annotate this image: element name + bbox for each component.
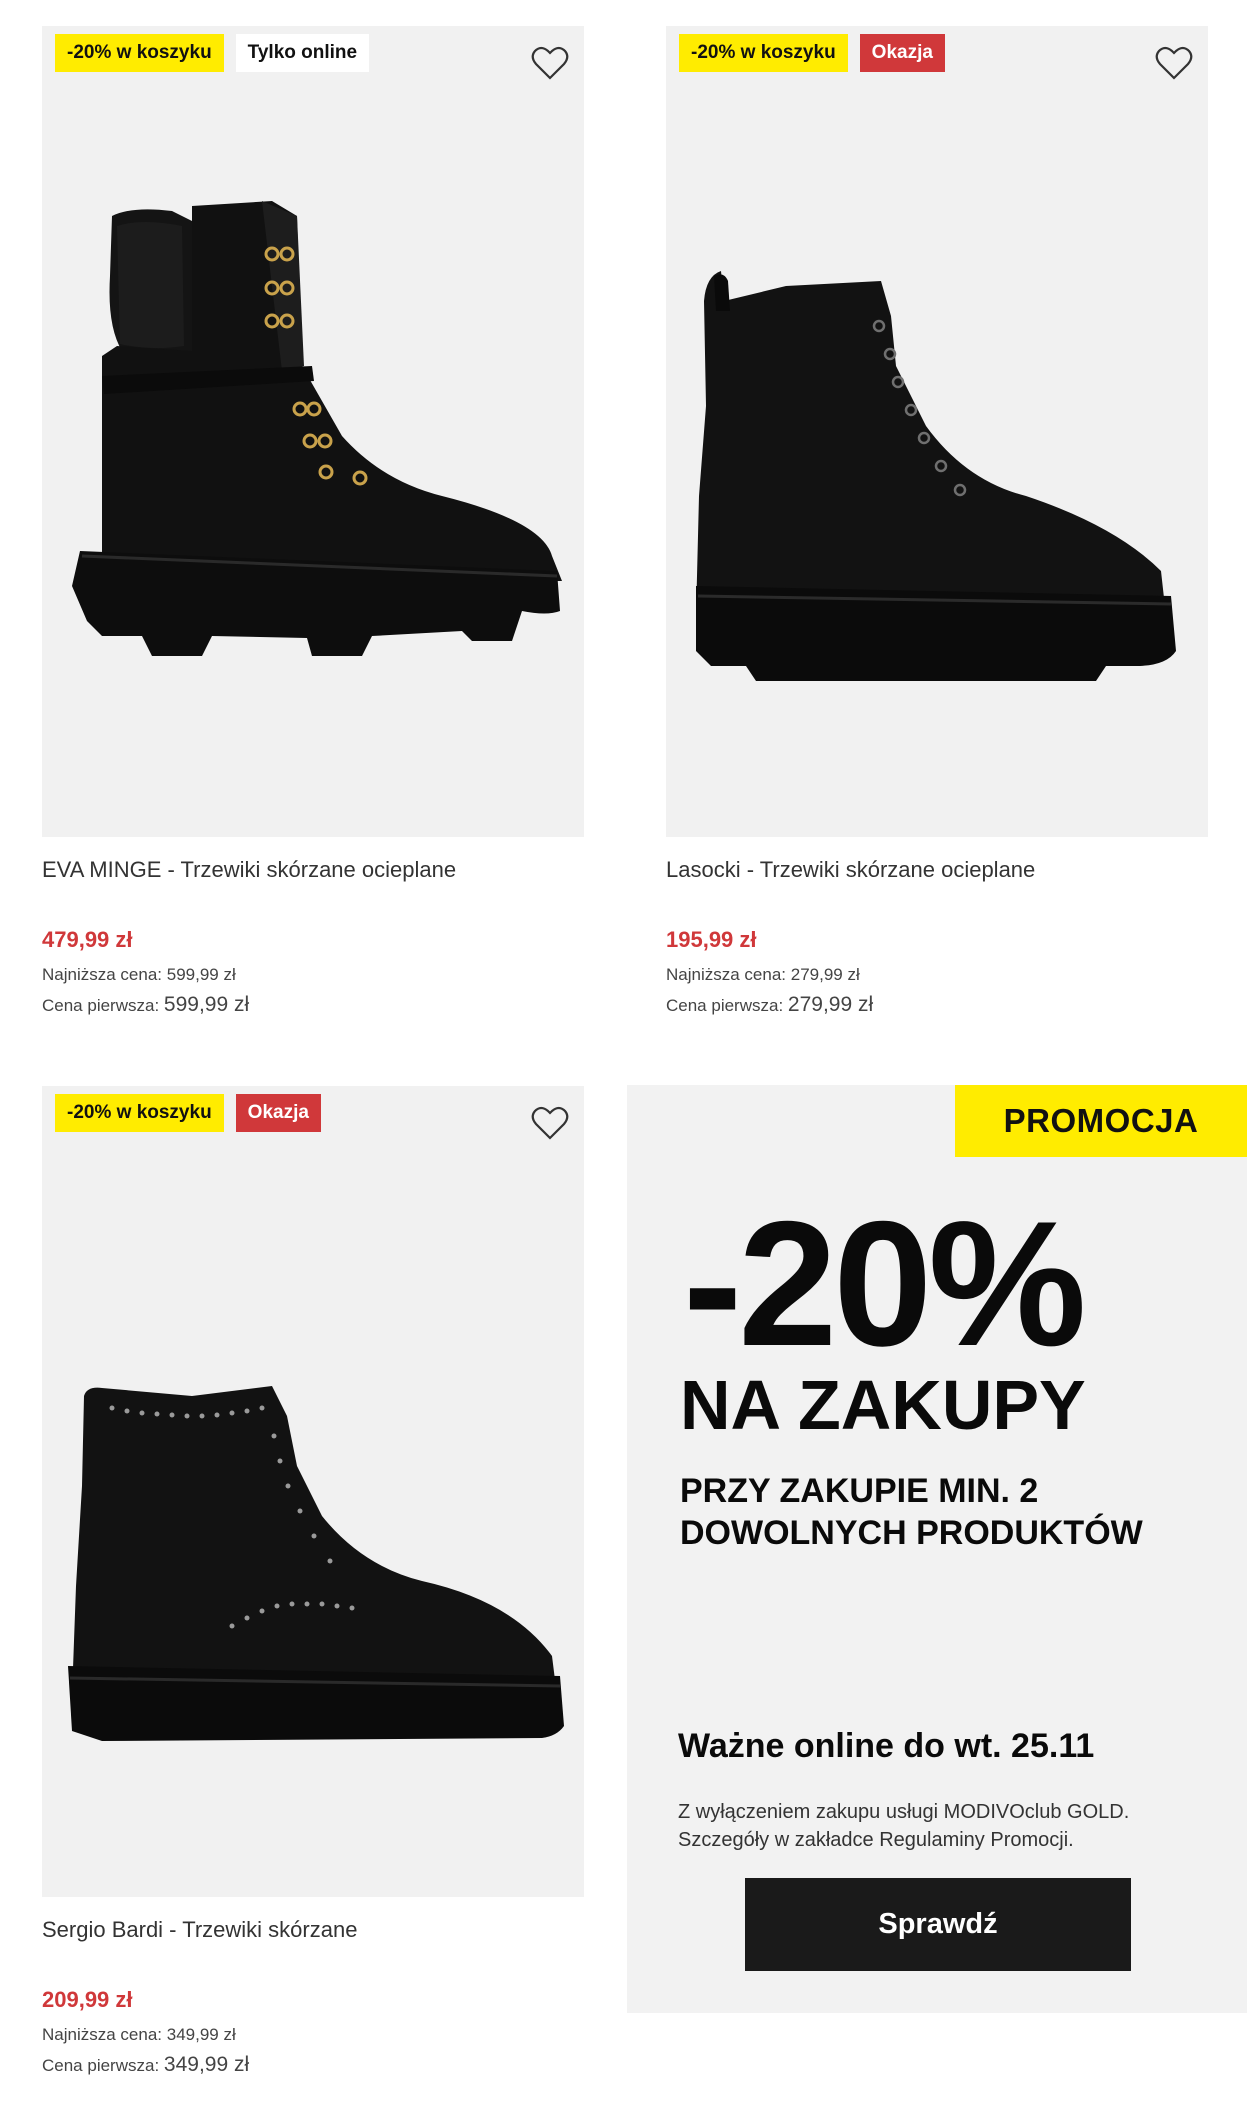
- heart-icon[interactable]: [530, 1104, 570, 1142]
- promo-tag: PROMOCJA: [955, 1085, 1247, 1157]
- heart-icon[interactable]: [1154, 44, 1194, 82]
- heart-icon[interactable]: [530, 44, 570, 82]
- first-price-value: 279,99 zł: [787, 993, 874, 1016]
- lowest-price-value: 279,99 zł: [790, 965, 860, 984]
- product-card[interactable]: -20% w koszyku Okazja Lasocki - Trzewiki…: [666, 26, 1208, 1017]
- lowest-price-label: Najniższa cena:: [42, 965, 163, 984]
- badge-cart-discount: -20% w koszyku: [55, 34, 224, 72]
- lowest-price: Najniższa cena: 349,99 zł: [42, 2025, 584, 2045]
- lowest-price-value: 349,99 zł: [166, 2025, 236, 2044]
- badge-cart-discount: -20% w koszyku: [55, 1094, 224, 1132]
- promo-validity: Ważne online do wt. 25.11: [678, 1727, 1095, 1765]
- badge-cart-discount: -20% w koszyku: [679, 34, 848, 72]
- product-image[interactable]: -20% w koszyku Tylko online: [42, 26, 584, 837]
- product-card[interactable]: -20% w koszyku Tylko online EVA MINGE - …: [42, 26, 584, 1017]
- lowest-price-label: Najniższa cena:: [42, 2025, 163, 2044]
- product-image[interactable]: -20% w koszyku Okazja: [666, 26, 1208, 837]
- lowest-price: Najniższa cena: 279,99 zł: [666, 965, 1208, 985]
- first-price-label: Cena pierwsza:: [42, 2056, 160, 2075]
- product-card[interactable]: -20% w koszyku Okazja Sergio Bardi - Trz…: [42, 1086, 584, 2077]
- first-price-value: 599,99 zł: [163, 993, 250, 1016]
- badge-deal: Okazja: [235, 1094, 321, 1132]
- lowest-price-label: Najniższa cena:: [666, 965, 787, 984]
- promo-banner[interactable]: PROMOCJA -20% NA ZAKUPY PRZY ZAKUPIE MIN…: [627, 1085, 1247, 2013]
- product-title[interactable]: EVA MINGE - Trzewiki skórzane ocieplane: [42, 857, 584, 887]
- promo-subline: PRZY ZAKUPIE MIN. 2 DOWOLNYCH PRODUKTÓW: [680, 1472, 1143, 1552]
- product-image[interactable]: -20% w koszyku Okazja: [42, 1086, 584, 1897]
- promo-headline: NA ZAKUPY: [680, 1366, 1086, 1444]
- first-price-label: Cena pierwsza:: [42, 996, 160, 1015]
- lowest-price-value: 599,99 zł: [166, 965, 236, 984]
- product-price: 195,99 zł: [666, 927, 757, 952]
- badge-online-only: Tylko online: [235, 34, 370, 72]
- badge-deal: Okazja: [859, 34, 945, 72]
- first-price: Cena pierwsza: 599,99 zł: [42, 993, 584, 1017]
- first-price: Cena pierwsza: 349,99 zł: [42, 2053, 584, 2077]
- check-button[interactable]: Sprawdź: [745, 1878, 1131, 1971]
- lowest-price: Najniższa cena: 599,99 zł: [42, 965, 584, 985]
- first-price-value: 349,99 zł: [163, 2053, 250, 2076]
- product-title[interactable]: Lasocki - Trzewiki skórzane ocieplane: [666, 857, 1208, 887]
- boot-image: [68, 1386, 564, 1741]
- boot-image: [72, 201, 562, 656]
- product-title[interactable]: Sergio Bardi - Trzewiki skórzane: [42, 1917, 584, 1947]
- product-price: 479,99 zł: [42, 927, 133, 952]
- first-price: Cena pierwsza: 279,99 zł: [666, 993, 1208, 1017]
- product-price: 209,99 zł: [42, 1987, 133, 2012]
- promo-fine-print: Z wyłączeniem zakupu usługi MODIVOclub G…: [678, 1801, 1130, 1851]
- first-price-label: Cena pierwsza:: [666, 996, 784, 1015]
- boot-image: [696, 271, 1176, 681]
- promo-discount: -20%: [683, 1184, 1087, 1383]
